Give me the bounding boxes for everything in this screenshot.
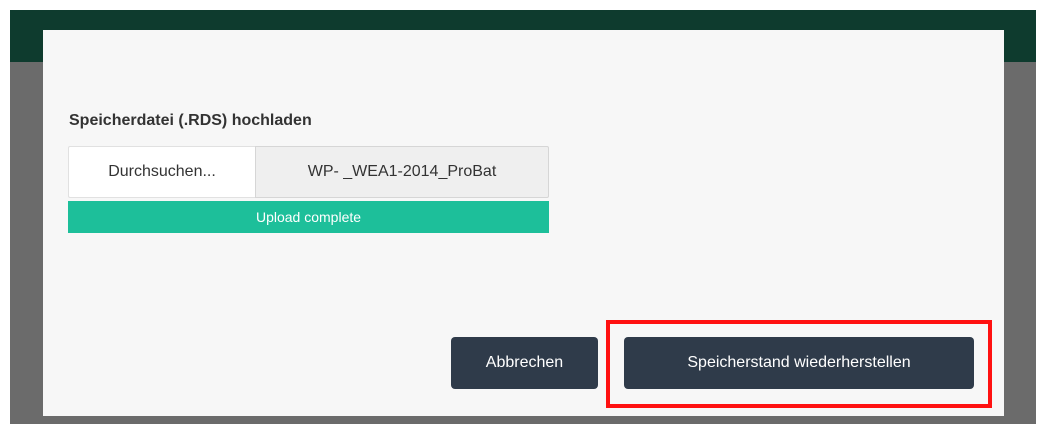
restore-dialog: Speicherdatei (.RDS) hochladen Durchsuch… [43, 30, 1004, 416]
restore-button[interactable]: Speicherstand wiederherstellen [624, 337, 974, 389]
cancel-button[interactable]: Abbrechen [451, 337, 598, 389]
upload-label: Speicherdatei (.RDS) hochladen [69, 112, 312, 129]
upload-progress-bar: Upload complete [68, 201, 549, 233]
browse-button[interactable]: Durchsuchen... [68, 146, 255, 198]
file-upload-group: Durchsuchen... WP- _WEA1-2014_ProBat [68, 146, 549, 198]
upload-progress-text: Upload complete [255, 209, 362, 225]
file-name-field[interactable]: WP- _WEA1-2014_ProBat [255, 146, 549, 198]
